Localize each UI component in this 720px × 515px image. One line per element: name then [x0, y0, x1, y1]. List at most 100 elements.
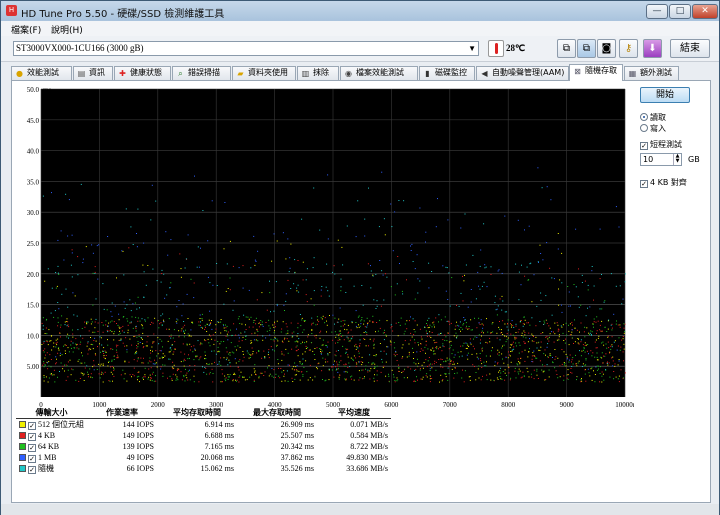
scatter-point — [528, 322, 529, 324]
scatter-point — [522, 371, 524, 373]
menu-help[interactable]: 說明(H) — [51, 23, 83, 36]
scatter-point — [537, 261, 539, 263]
checkmark-icon[interactable]: ✓ — [28, 466, 36, 474]
tab-benchmark[interactable]: ● 效能測試 — [11, 66, 72, 80]
scatter-point — [101, 372, 103, 374]
scatter-point — [522, 325, 524, 327]
scatter-point — [388, 375, 390, 377]
title-bar[interactable]: H HD Tune Pro 5.50 - 硬碟/SSD 檢測維護工具 — □ ✕ — [1, 1, 719, 21]
results-table: 傳輸大小 作業速率 平均存取時間 最大存取時間 平均速度 ✓ 512 個位元組 1… — [16, 407, 396, 502]
app-window: H HD Tune Pro 5.50 - 硬碟/SSD 檢測維護工具 — □ ✕… — [0, 0, 720, 515]
scatter-point — [601, 357, 603, 359]
tab-erase[interactable]: ▥ 抹除 — [297, 66, 339, 80]
maximize-button[interactable]: □ — [669, 4, 691, 19]
checkmark-icon[interactable]: ✓ — [28, 454, 36, 463]
temperature-readout: 28℃ — [506, 43, 526, 53]
scatter-point — [537, 167, 539, 169]
tab-folder-usage[interactable]: ▰ 資料夾使用 — [232, 66, 296, 80]
scatter-point — [364, 326, 366, 328]
scatter-point — [344, 320, 346, 322]
scatter-point — [352, 358, 354, 360]
short-test-checkbox[interactable]: ✓ 短程測試 — [640, 139, 682, 150]
checkmark-icon[interactable]: ✓ — [28, 422, 36, 430]
scatter-point — [463, 280, 465, 282]
scatter-point — [520, 284, 522, 286]
scatter-point — [156, 366, 158, 368]
tab-extra-tests[interactable]: ▦ 額外測試 — [624, 66, 679, 80]
tab-info[interactable]: ▤ 資訊 — [73, 66, 113, 80]
scatter-point — [152, 371, 154, 373]
scatter-point — [457, 351, 459, 353]
scatter-point — [549, 337, 550, 338]
scatter-point — [496, 377, 498, 379]
scatter-point — [620, 346, 622, 348]
scatter-point — [274, 350, 275, 352]
scatter-point — [62, 368, 64, 370]
scatter-point — [589, 332, 591, 334]
scatter-point — [585, 364, 587, 366]
keys-icon[interactable]: ⚷ — [619, 39, 638, 58]
scatter-point — [458, 356, 460, 358]
exit-button[interactable]: 結束 — [670, 39, 710, 58]
scatter-point — [372, 321, 374, 323]
copy-image-icon[interactable]: ⧉ — [577, 39, 596, 58]
scatter-point — [53, 342, 55, 344]
test-size-stepper[interactable]: 10 ▲ ▼ — [640, 153, 682, 166]
scatter-point — [189, 357, 190, 359]
scatter-point — [373, 338, 375, 340]
checkmark-icon[interactable]: ✓ — [28, 443, 36, 452]
drive-select[interactable]: ST3000VX000-1CU166 (3000 gB) ▼ — [13, 41, 479, 56]
scatter-point — [53, 346, 55, 348]
menu-file[interactable]: 檔案(F) — [11, 23, 41, 36]
scatter-point — [130, 321, 132, 323]
scatter-point — [343, 339, 345, 341]
scatter-point — [66, 336, 68, 338]
tab-aam[interactable]: ◀ 自動噪聲管理(AAM) — [476, 66, 569, 80]
scatter-point — [183, 375, 185, 376]
scatter-point — [501, 295, 503, 297]
spin-arrows-icon[interactable]: ▲ ▼ — [673, 154, 681, 165]
scatter-point — [42, 364, 44, 366]
tab-disk-monitor[interactable]: ▮ 磁碟監控 — [419, 66, 475, 80]
scatter-point — [382, 366, 384, 368]
align-4kb-checkbox[interactable]: ✓ 4 KB 對齊 — [640, 177, 687, 188]
scatter-point — [285, 348, 287, 350]
scatter-point — [361, 364, 363, 366]
write-radio[interactable]: 寫入 — [640, 123, 666, 134]
chevron-down-icon[interactable]: ▼ — [468, 42, 476, 55]
camera-icon[interactable]: ◙ — [597, 39, 616, 58]
scatter-point — [502, 300, 504, 302]
start-button[interactable]: 開始 — [640, 87, 690, 103]
download-icon[interactable]: ⬇ — [643, 39, 662, 58]
read-radio[interactable]: 讀取 — [640, 112, 666, 123]
scatter-point — [397, 379, 399, 381]
scatter-point — [187, 333, 189, 335]
scatter-point — [144, 319, 146, 321]
scatter-point — [129, 322, 131, 324]
scatter-point — [130, 226, 132, 228]
tab-file-benchmark[interactable]: ◉ 檔案效能測試 — [340, 66, 418, 80]
tab-health[interactable]: ✚ 健康狀態 — [114, 66, 171, 80]
copy-text-icon[interactable]: ⧉ — [557, 39, 576, 58]
scatter-point — [599, 278, 601, 280]
scatter-point — [429, 374, 431, 376]
scatter-point — [130, 322, 132, 324]
minimize-button[interactable]: — — [646, 4, 668, 19]
scatter-point — [344, 323, 346, 325]
scatter-point — [163, 319, 164, 321]
scatter-point — [324, 322, 326, 324]
scatter-point — [519, 361, 521, 363]
scatter-point — [464, 274, 465, 276]
scatter-point — [589, 306, 591, 308]
scatter-point — [162, 364, 164, 366]
scatter-point — [143, 362, 145, 364]
tab-random-access[interactable]: ⊠ 隨機存取 — [569, 64, 623, 81]
scatter-point — [106, 309, 108, 311]
scatter-point — [102, 283, 104, 285]
scatter-point — [566, 358, 568, 360]
scatter-point — [386, 320, 388, 322]
close-button[interactable]: ✕ — [692, 4, 718, 19]
tab-error-scan[interactable]: ⌕ 錯誤掃描 — [172, 66, 231, 80]
checkmark-icon[interactable]: ✓ — [28, 432, 36, 441]
scatter-point — [342, 335, 344, 337]
